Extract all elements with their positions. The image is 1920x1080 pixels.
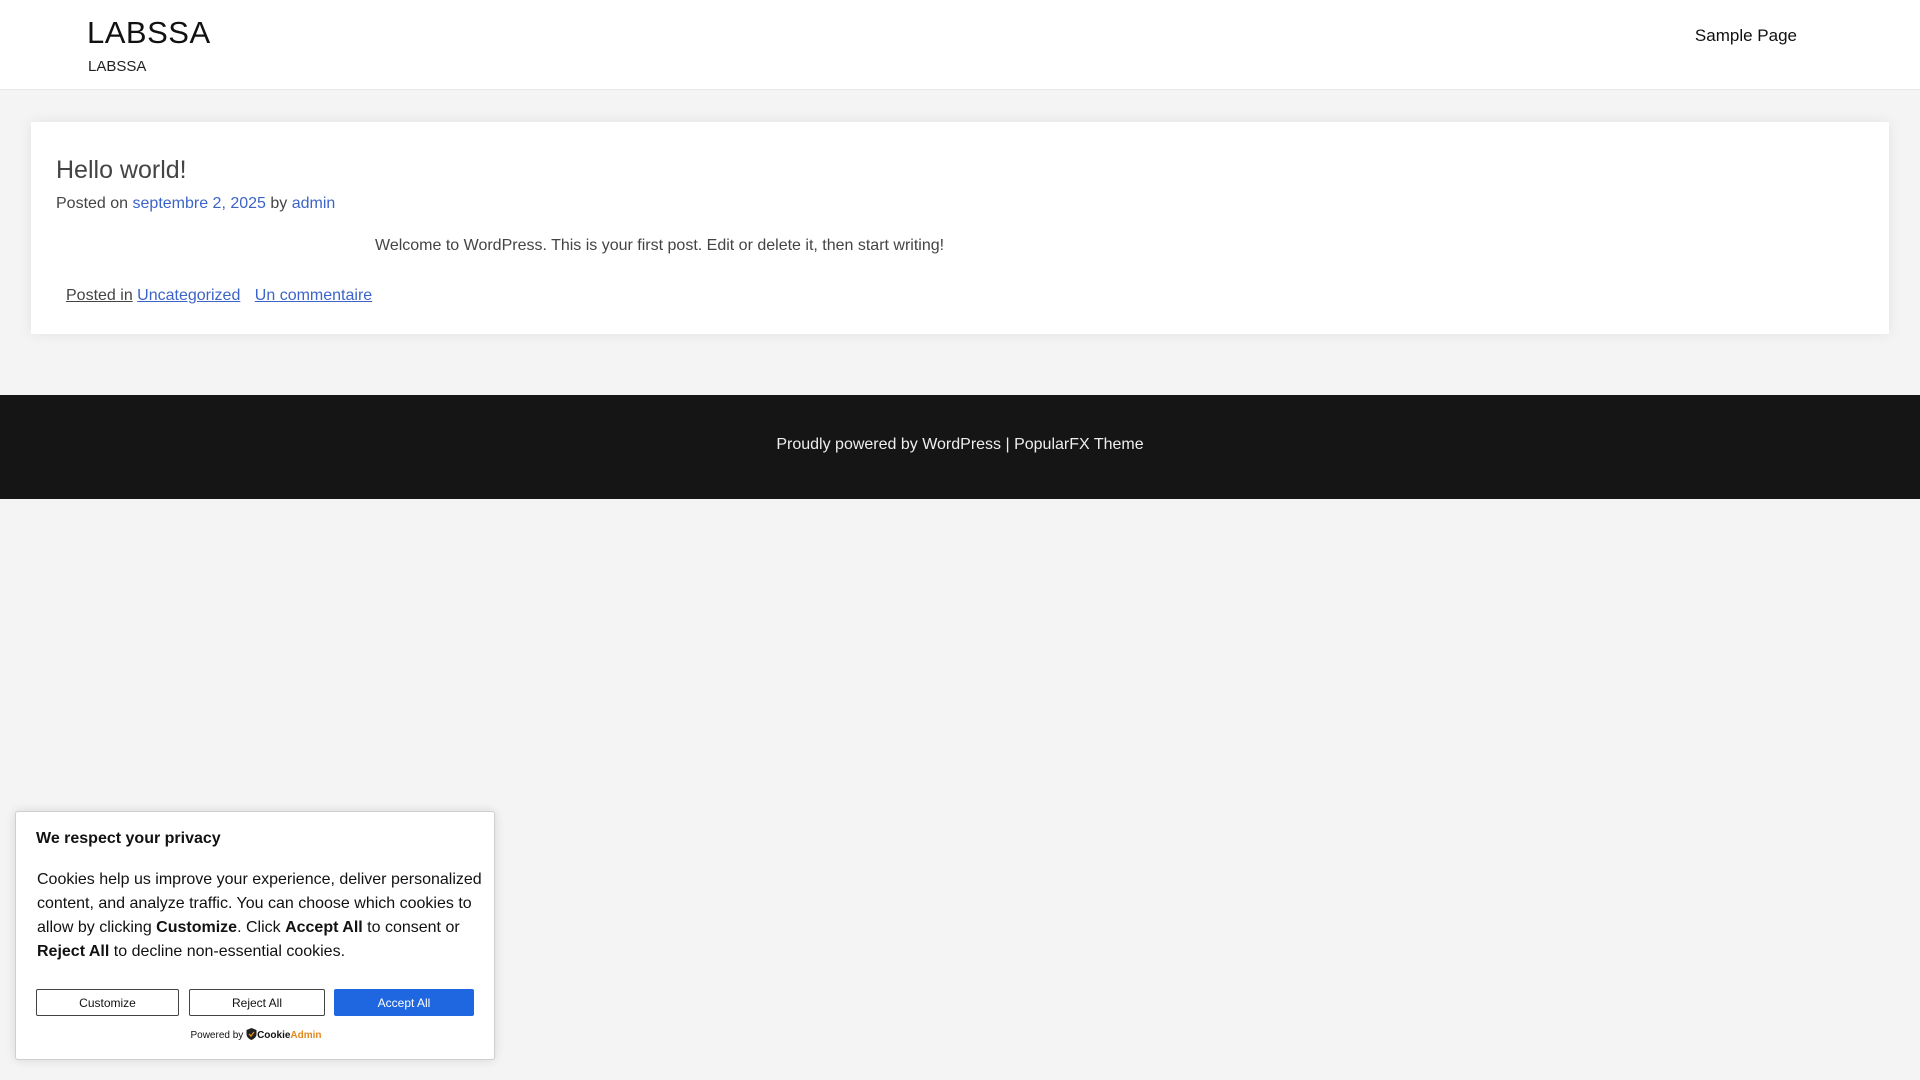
nav-item-sample-page[interactable]: Sample Page bbox=[1695, 26, 1797, 46]
reject-all-button[interactable]: Reject All bbox=[189, 989, 325, 1016]
post-content: Welcome to WordPress. This is your first… bbox=[375, 237, 945, 254]
post-title[interactable]: Hello world! bbox=[56, 156, 187, 185]
cookie-text-part: to decline non-essential cookies. bbox=[109, 943, 346, 960]
powered-by-label: Powered by bbox=[190, 1030, 244, 1041]
post-footer: Posted in Uncategorized Un commentaire bbox=[66, 287, 372, 305]
cookieadmin-logo: CookieAdmin bbox=[257, 1030, 321, 1041]
cookie-text-part: to consent or bbox=[362, 919, 460, 936]
post-author-link[interactable]: admin bbox=[292, 195, 336, 212]
cookie-title: We respect your privacy bbox=[36, 830, 221, 847]
cookie-text-reject: Reject All bbox=[37, 943, 110, 960]
posted-on-label: Posted on bbox=[56, 195, 129, 212]
site-description: LABSSA bbox=[88, 58, 147, 75]
cookie-consent-banner: We respect your privacy Cookies help us … bbox=[15, 811, 495, 1060]
cookieadmin-shield-icon bbox=[246, 1028, 257, 1043]
powered-by[interactable]: Powered by CookieAdmin bbox=[16, 1028, 496, 1043]
accept-all-button[interactable]: Accept All bbox=[334, 989, 474, 1016]
brand-part-1: Cookie bbox=[257, 1030, 291, 1041]
cookie-description: Cookies help us improve your experience,… bbox=[37, 868, 487, 964]
cookie-text-accept: Accept All bbox=[285, 919, 363, 936]
footer-credit: Proudly powered by WordPress | PopularFX… bbox=[776, 436, 1144, 453]
cookie-text-part: . Click bbox=[237, 919, 286, 936]
by-label: by bbox=[270, 195, 288, 212]
brand-part-2: Admin bbox=[290, 1030, 322, 1041]
customize-button[interactable]: Customize bbox=[36, 989, 179, 1016]
cookie-text-customize: Customize bbox=[156, 919, 238, 936]
category-link[interactable]: Uncategorized bbox=[137, 287, 240, 304]
comments-link[interactable]: Un commentaire bbox=[255, 287, 372, 304]
post-card: Hello world! Posted on septembre 2, 2025… bbox=[31, 122, 1889, 334]
post-date-link[interactable]: septembre 2, 2025 bbox=[133, 195, 266, 212]
post-meta: Posted on septembre 2, 2025 by admin bbox=[56, 195, 335, 213]
posted-in-label: Posted in bbox=[66, 287, 133, 304]
site-header: LABSSA LABSSA Sample Page bbox=[0, 0, 1920, 90]
site-title-link[interactable]: LABSSA bbox=[87, 15, 211, 51]
site-footer: Proudly powered by WordPress | PopularFX… bbox=[0, 395, 1920, 499]
